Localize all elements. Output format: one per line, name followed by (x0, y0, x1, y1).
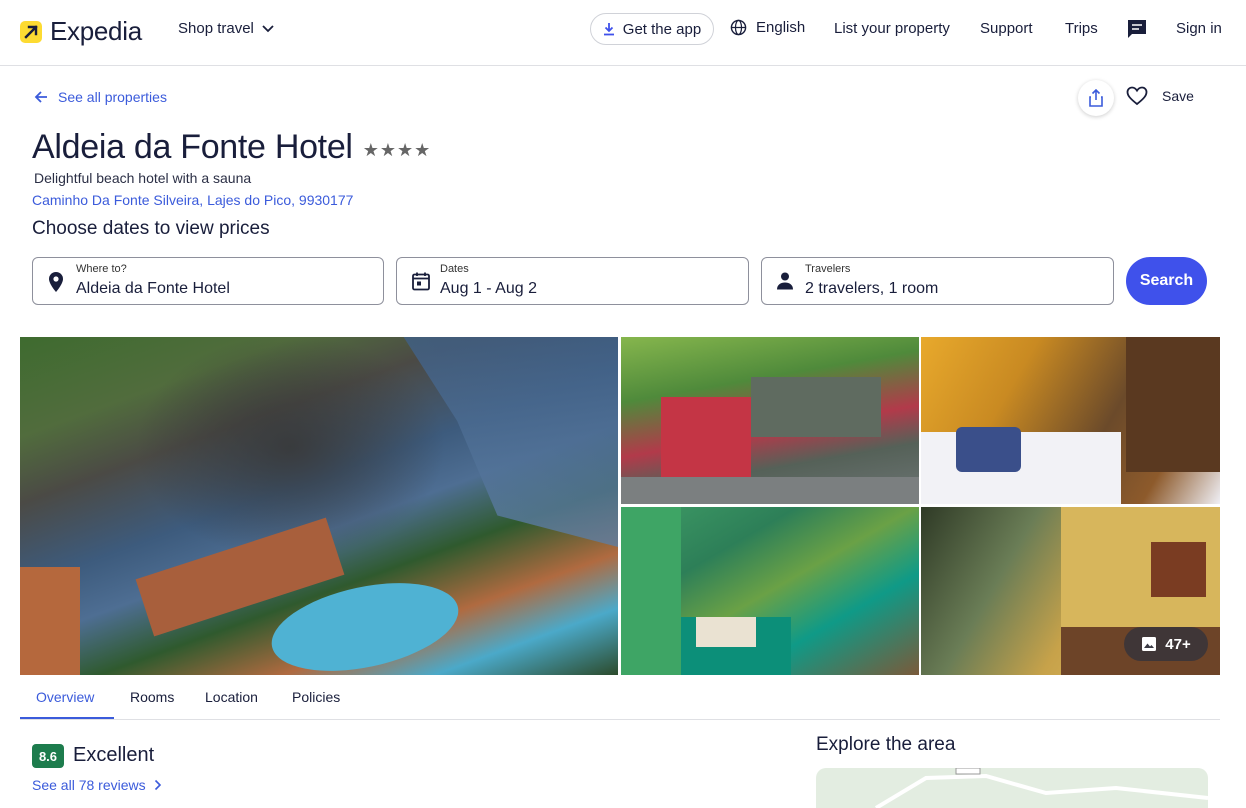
active-tab-indicator (20, 717, 114, 719)
travelers-label: Travelers (805, 263, 851, 275)
more-photos-count: 47+ (1165, 635, 1191, 653)
shop-travel-label: Shop travel (178, 20, 254, 37)
shop-travel-menu[interactable]: Shop travel (178, 20, 274, 37)
where-to-field[interactable]: Where to? Aldeia da Fonte Hotel (32, 257, 384, 305)
dates-value: Aug 1 - Aug 2 (440, 280, 537, 297)
choose-dates-heading: Choose dates to view prices (32, 218, 270, 239)
save-button[interactable]: Save (1126, 86, 1194, 106)
expedia-logo-icon (20, 20, 42, 43)
hotel-address-link[interactable]: Caminho Da Fonte Silveira, Lajes do Pico… (32, 192, 353, 208)
globe-icon (730, 19, 747, 36)
review-rating-text: Excellent (73, 744, 155, 766)
share-button[interactable] (1078, 80, 1114, 116)
photo-gallery (20, 337, 1220, 675)
photo-bedroom[interactable] (921, 337, 1220, 504)
tab-policies[interactable]: Policies (292, 689, 340, 705)
area-map[interactable] (816, 768, 1208, 808)
get-the-app-button[interactable]: Get the app (590, 13, 714, 45)
hotel-title: Aldeia da Fonte Hotel ★★★★ (32, 128, 431, 167)
share-icon (1089, 89, 1103, 107)
heart-icon (1126, 86, 1148, 106)
person-icon (777, 272, 793, 290)
top-navigation-bar: Expedia Shop travel Get the app English … (0, 0, 1246, 66)
photo-hotel-exterior[interactable] (621, 337, 919, 504)
star-rating: ★★★★ (362, 140, 432, 160)
hotel-name: Aldeia da Fonte Hotel (32, 128, 353, 166)
map-roads (874, 768, 1208, 808)
calendar-icon (412, 272, 430, 291)
language-label: English (756, 19, 806, 36)
property-tabs: Overview Rooms Location Policies (20, 675, 1220, 720)
where-to-label: Where to? (76, 263, 127, 275)
messages-icon[interactable] (1126, 18, 1148, 45)
save-label: Save (1162, 88, 1194, 104)
photo-dining-terrace[interactable] (621, 507, 919, 675)
brand-name: Expedia (50, 16, 142, 46)
chevron-right-icon (154, 779, 161, 791)
list-your-property-link[interactable]: List your property (834, 20, 950, 37)
explore-area-heading: Explore the area (816, 734, 956, 755)
dates-field[interactable]: Dates Aug 1 - Aug 2 (396, 257, 749, 305)
travelers-value: 2 travelers, 1 room (805, 280, 939, 297)
see-all-properties-label: See all properties (58, 89, 167, 105)
support-link[interactable]: Support (980, 20, 1033, 37)
search-button[interactable]: Search (1126, 257, 1207, 305)
view-all-photos-button[interactable]: 47+ (1124, 627, 1208, 661)
tab-location[interactable]: Location (205, 689, 258, 705)
travelers-field[interactable]: Travelers 2 travelers, 1 room (761, 257, 1114, 305)
language-selector[interactable]: English (730, 19, 805, 36)
gallery-icon (1142, 637, 1157, 651)
chevron-down-icon (262, 24, 274, 32)
sign-in-link[interactable]: Sign in (1176, 20, 1222, 37)
arrow-left-icon (34, 91, 47, 103)
dates-label: Dates (440, 263, 469, 275)
trips-link[interactable]: Trips (1065, 20, 1098, 37)
tab-overview[interactable]: Overview (36, 689, 94, 705)
hotel-tagline: Delightful beach hotel with a sauna (34, 170, 252, 186)
see-all-reviews-label: See all 78 reviews (32, 777, 146, 793)
where-to-value: Aldeia da Fonte Hotel (76, 280, 230, 297)
download-icon (603, 23, 614, 36)
expedia-logo[interactable]: Expedia (20, 16, 142, 47)
location-pin-icon (49, 272, 63, 292)
see-all-properties-link[interactable]: See all properties (34, 89, 167, 105)
review-score-badge: 8.6 (32, 744, 64, 768)
tab-rooms[interactable]: Rooms (130, 689, 174, 705)
see-all-reviews-link[interactable]: See all 78 reviews (32, 777, 162, 793)
get-the-app-label: Get the app (622, 20, 702, 38)
hero-photo-cliff-pool[interactable] (20, 337, 618, 675)
